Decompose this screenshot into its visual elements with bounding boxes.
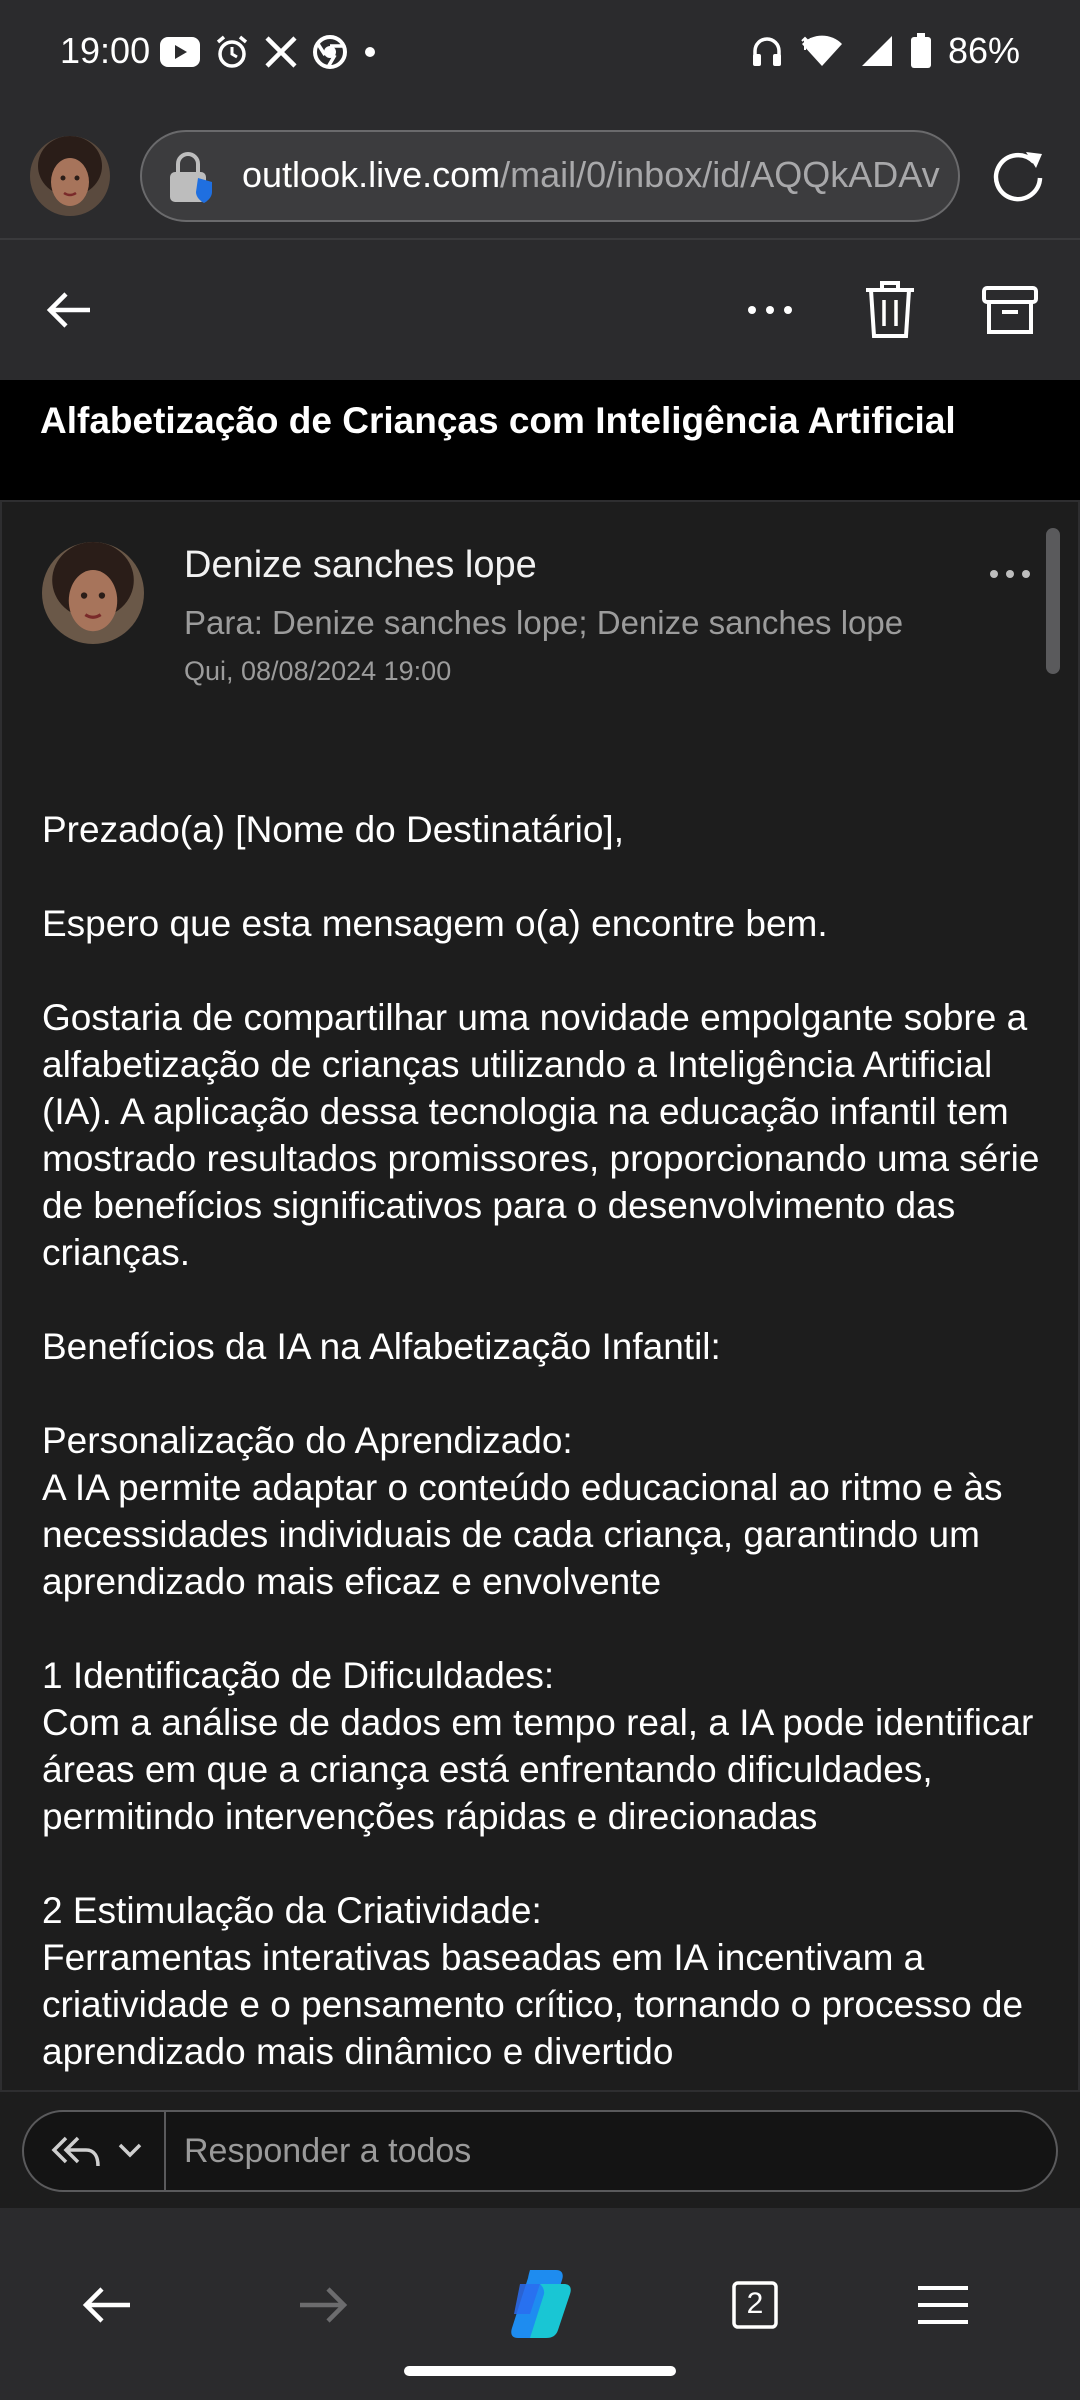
youtube-icon: [160, 37, 200, 67]
recipients: Para: Denize sanches lope; Denize sanche…: [184, 604, 904, 641]
back-arrow-icon[interactable]: [40, 280, 100, 340]
chrome-icon: [313, 35, 347, 69]
sender-name[interactable]: Denize sanches lope: [184, 544, 537, 587]
more-options-icon[interactable]: [740, 284, 800, 336]
nav-forward-icon[interactable]: [288, 2270, 358, 2340]
mail-subject: Alfabetização de Crianças com Inteligênc…: [40, 400, 956, 441]
body-paragraph: Espero que esta mensagem o(a) encontre b…: [42, 903, 828, 944]
nav-back-icon[interactable]: [72, 2270, 142, 2340]
url-host: outlook.live.com: [242, 154, 501, 195]
signal-icon: [861, 36, 892, 66]
benefit-item: 1 Identificação de Dificuldades: Com a an…: [42, 1652, 1052, 1840]
url-text: outlook.live.com/mail/0/inbox/id/AQQkADA…: [242, 154, 940, 196]
status-bar: 19:00 86%: [0, 0, 1080, 112]
reading-pane[interactable]: Denize sanches lope Para: Denize sanches…: [0, 500, 1080, 2090]
subject-header: Alfabetização de Crianças com Inteligênc…: [0, 380, 1080, 500]
benefit-text: Com a análise de dados em tempo real, a …: [42, 1702, 1034, 1837]
tab-switcher-button[interactable]: 2: [720, 2270, 790, 2340]
mail-body: Prezado(a) [Nome do Destinatário], Esper…: [42, 806, 1052, 2090]
system-icons: 86%: [750, 30, 1020, 72]
browser-bottom-nav: 2: [0, 2208, 1080, 2400]
message-more-icon[interactable]: [988, 564, 1032, 584]
notification-icons: [160, 34, 378, 70]
dot-icon: [365, 47, 375, 57]
site-info-icon[interactable]: [166, 150, 218, 206]
tab-count: 2: [746, 2287, 764, 2320]
reply-field[interactable]: Responder a todos: [22, 2110, 1058, 2192]
battery-percentage: 86%: [947, 30, 1020, 71]
benefit-title: Personalização do Aprendizado:: [42, 1420, 573, 1461]
reply-bar: Responder a todos: [0, 2090, 1080, 2208]
benefit-title: 1 Identificação de Dificuldades:: [42, 1655, 555, 1696]
headphones-icon: [752, 37, 781, 66]
reload-icon[interactable]: [986, 144, 1050, 208]
wifi-icon: [801, 35, 842, 66]
reply-placeholder: Responder a todos: [184, 2132, 472, 2170]
copilot-icon[interactable]: [500, 2264, 580, 2344]
mail-date: Qui, 08/08/2024 19:00: [184, 656, 452, 686]
x-icon: [265, 36, 297, 68]
sender-avatar[interactable]: [42, 542, 144, 644]
benefit-title: 2 Estimulação da Criatividade:: [42, 1890, 542, 1931]
delete-icon[interactable]: [860, 278, 920, 342]
benefit-item: Personalização do Aprendizado: A IA permi…: [42, 1417, 1052, 1605]
scrollbar-thumb[interactable]: [1046, 528, 1060, 674]
reply-all-icon: [51, 2136, 100, 2167]
greeting: Prezado(a) [Nome do Destinatário],: [42, 809, 624, 850]
chevron-down-icon: [118, 2143, 142, 2158]
body-paragraph: Gostaria de compartilhar uma novidade em…: [42, 997, 1040, 1273]
benefit-item: 2 Estimulação da Criatividade: Ferramenta…: [42, 1887, 1052, 2075]
alarm-icon: [216, 35, 248, 68]
home-indicator[interactable]: [404, 2366, 676, 2376]
profile-avatar[interactable]: [30, 136, 110, 216]
benefit-text: Ferramentas interativas baseadas em IA i…: [42, 1937, 1024, 2072]
url-field[interactable]: outlook.live.com/mail/0/inbox/id/AQQkADA…: [140, 130, 960, 222]
menu-icon[interactable]: [908, 2270, 978, 2340]
mail-toolbar: [0, 240, 1080, 380]
status-time: 19:00: [60, 30, 151, 71]
archive-icon[interactable]: [980, 278, 1040, 342]
url-path: /mail/0/inbox/id/AQQkADAv: [500, 154, 940, 195]
battery-icon: [910, 33, 931, 68]
benefit-text: A IA permite adaptar o conteúdo educacio…: [42, 1467, 1003, 1602]
section-heading: Benefícios da IA na Alfabetização Infant…: [42, 1326, 721, 1367]
reply-mode-selector[interactable]: [24, 2112, 166, 2190]
browser-address-bar: outlook.live.com/mail/0/inbox/id/AQQkADA…: [0, 112, 1080, 240]
